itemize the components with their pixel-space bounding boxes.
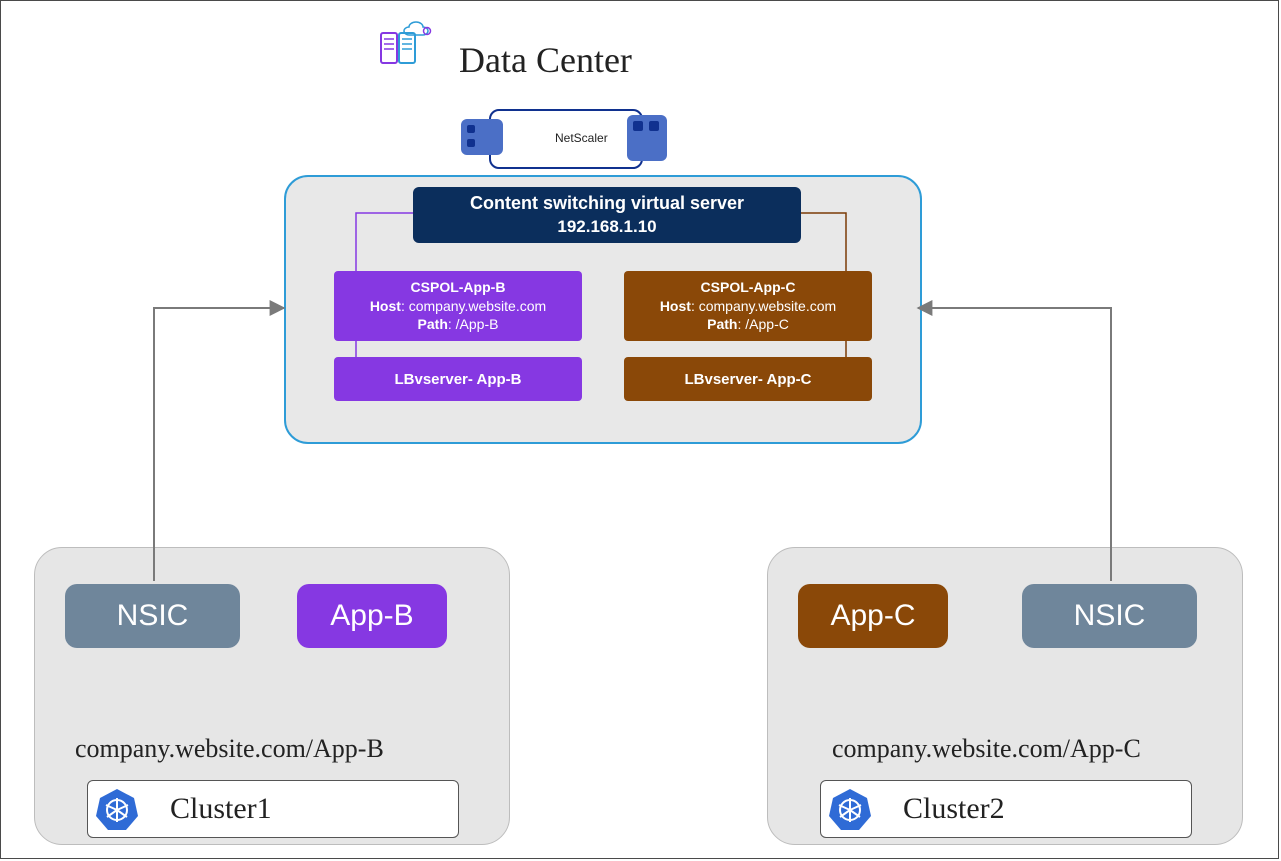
cluster2-url: company.website.com/App-C xyxy=(832,734,1141,764)
cluster2-container: App-C NSIC company.website.com/App-C Clu… xyxy=(767,547,1243,845)
cs-vserver-title: Content switching virtual server xyxy=(413,192,801,215)
netscaler-label: NetScaler xyxy=(555,131,608,145)
kubernetes-icon xyxy=(827,786,873,832)
csp-c-host-label: Host xyxy=(660,298,691,314)
csp-c-path: /App-C xyxy=(745,316,789,332)
csp-policy-app-c: CSPOL-App-C Host: company.website.com Pa… xyxy=(624,271,872,341)
kubernetes-icon xyxy=(94,786,140,832)
cluster2-name: Cluster2 xyxy=(903,792,1005,826)
csp-b-host-label: Host xyxy=(370,298,401,314)
diagram-canvas: Data Center NetScaler Content switching … xyxy=(0,0,1279,859)
cluster2-app-c: App-C xyxy=(798,584,948,648)
csp-b-host: company.website.com xyxy=(409,298,546,314)
lbvserver-app-b: LBvserver- App-B xyxy=(334,357,582,401)
csp-c-path-label: Path xyxy=(707,316,737,332)
datacenter-container: Content switching virtual server 192.168… xyxy=(284,175,922,444)
cluster2-badge: Cluster2 xyxy=(820,780,1192,838)
cluster1-app-b: App-B xyxy=(297,584,447,648)
cluster1-name: Cluster1 xyxy=(170,792,272,826)
datacenter-icon xyxy=(379,19,439,67)
datacenter-title: Data Center xyxy=(459,39,632,81)
csp-b-path: /App-B xyxy=(456,316,499,332)
csp-b-path-label: Path xyxy=(418,316,448,332)
cs-vserver-ip: 192.168.1.10 xyxy=(413,216,801,238)
csp-c-host: company.website.com xyxy=(699,298,836,314)
csp-c-name: CSPOL-App-C xyxy=(624,278,872,297)
cluster1-url: company.website.com/App-B xyxy=(75,734,384,764)
csp-b-name: CSPOL-App-B xyxy=(334,278,582,297)
cluster2-nsic: NSIC xyxy=(1022,584,1197,648)
cluster1-container: NSIC App-B company.website.com/App-B Clu… xyxy=(34,547,510,845)
lbvserver-app-c: LBvserver- App-C xyxy=(624,357,872,401)
netscaler-device-icon: NetScaler xyxy=(461,97,671,179)
cluster1-badge: Cluster1 xyxy=(87,780,459,838)
content-switching-vserver: Content switching virtual server 192.168… xyxy=(413,187,801,243)
csp-policy-app-b: CSPOL-App-B Host: company.website.com Pa… xyxy=(334,271,582,341)
cluster1-nsic: NSIC xyxy=(65,584,240,648)
